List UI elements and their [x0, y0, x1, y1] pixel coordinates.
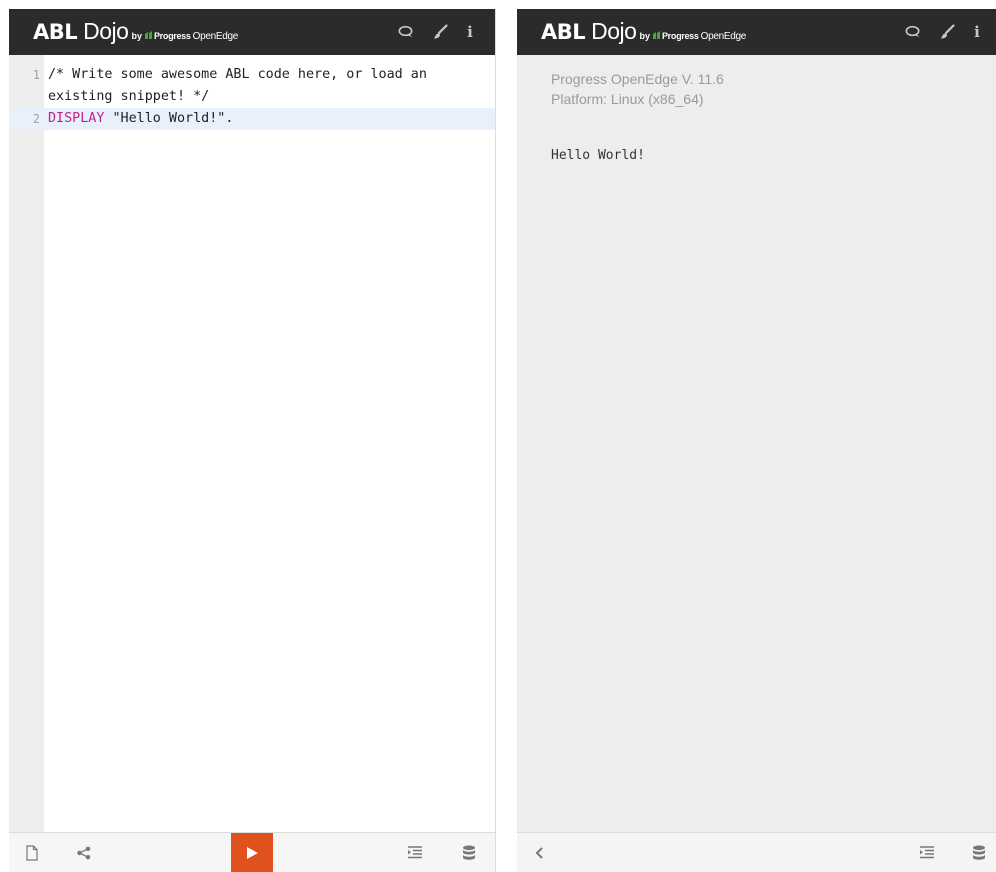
code-line-active[interactable]: 2 DISPLAY "Hello World!". [9, 108, 495, 130]
brush-icon[interactable] [938, 23, 956, 41]
platform-text: Platform: Linux (x86_64) [551, 91, 704, 107]
logo-progress-text: Progress [661, 31, 699, 41]
new-file-icon[interactable] [23, 844, 41, 862]
editor-footer [9, 832, 495, 872]
output-area: Progress OpenEdge V. 11.6 Platform: Linu… [517, 55, 996, 832]
database-icon[interactable] [970, 844, 988, 862]
progress-logo-icon [144, 31, 152, 39]
format-icon[interactable] [406, 844, 424, 862]
share-icon[interactable] [75, 844, 93, 862]
keyword-display: DISPLAY [48, 111, 105, 126]
run-button[interactable] [231, 833, 273, 872]
play-icon [247, 847, 258, 859]
format-icon[interactable] [918, 844, 936, 862]
version-text: Progress OpenEdge V. 11.6 [551, 71, 724, 87]
logo-abl-text: ABL [541, 20, 586, 44]
code-area[interactable]: 1 /* Write some awesome ABL code here, o… [9, 64, 495, 130]
editor-header-actions: i [397, 23, 475, 41]
logo-openedge-text: OpenEdge [700, 31, 747, 42]
line-gutter [9, 55, 44, 832]
editor-pane: ABL Dojo by Progress OpenEdge i 1 /* Write s… [9, 9, 496, 872]
info-icon[interactable]: i [465, 23, 475, 41]
chat-icon[interactable] [904, 23, 922, 41]
logo-by-text: by [639, 31, 650, 41]
logo-openedge-text: OpenEdge [192, 31, 239, 42]
collapse-icon[interactable] [531, 844, 549, 862]
program-output: Hello World! [551, 148, 645, 163]
chat-icon[interactable] [397, 23, 415, 41]
logo-by-text: by [131, 31, 142, 41]
logo-progress-text: Progress [153, 31, 191, 41]
code-string: "Hello World!". [104, 111, 234, 126]
abl-dojo-logo[interactable]: ABL Dojo by Progress OpenEdge [541, 18, 746, 46]
code-line[interactable]: 1 /* Write some awesome ABL code here, o… [9, 64, 495, 108]
output-header-actions: i [904, 23, 982, 41]
logo-abl-text: ABL [33, 20, 78, 44]
line-number: 1 [32, 68, 40, 82]
abl-dojo-logo[interactable]: ABL Dojo by Progress OpenEdge [33, 18, 238, 46]
brush-icon[interactable] [431, 23, 449, 41]
output-header: ABL Dojo by Progress OpenEdge i [517, 9, 996, 55]
output-pane: ABL Dojo by Progress OpenEdge i Progress Ope… [517, 9, 996, 872]
database-icon[interactable] [460, 844, 478, 862]
editor-header: ABL Dojo by Progress OpenEdge i [9, 9, 495, 55]
progress-logo-icon [652, 31, 660, 39]
line-number: 2 [9, 108, 44, 130]
output-footer [517, 832, 996, 872]
logo-dojo-text: Dojo [83, 18, 129, 44]
code-statement: DISPLAY "Hello World!". [44, 108, 474, 130]
runtime-info: Progress OpenEdge V. 11.6 Platform: Linu… [551, 69, 724, 109]
code-comment: /* Write some awesome ABL code here, or … [48, 67, 435, 104]
info-icon[interactable]: i [972, 23, 982, 41]
logo-dojo-text: Dojo [591, 18, 637, 44]
code-editor[interactable]: 1 /* Write some awesome ABL code here, o… [9, 55, 495, 832]
